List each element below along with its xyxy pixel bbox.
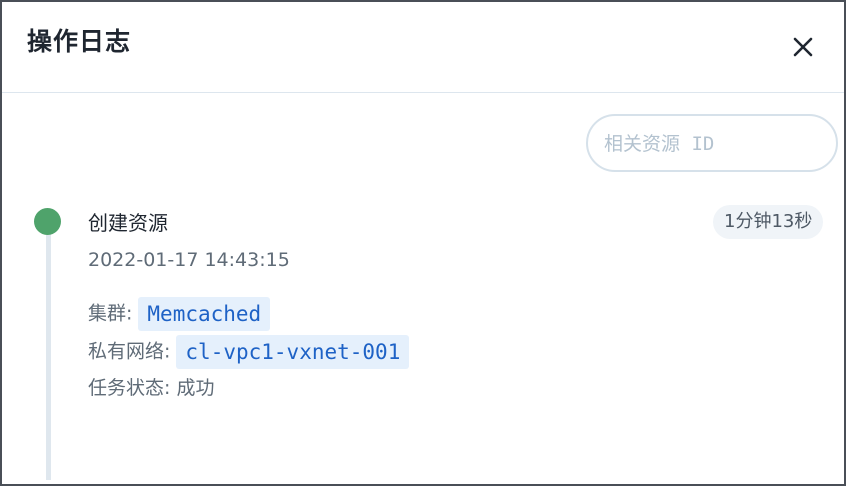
event-title: 创建资源: [88, 211, 168, 235]
cluster-row: 集群: Memcached: [88, 297, 271, 331]
timeline-line: [46, 234, 51, 480]
status-label: 任务状态:: [88, 377, 171, 399]
operation-log-dialog: 操作日志 创建资源 2022-01-17 14:43:15 1分钟13秒 集群:…: [0, 0, 846, 486]
status-value: 成功: [176, 377, 215, 399]
dialog-title: 操作日志: [27, 27, 132, 56]
vxnet-link[interactable]: cl-vpc1-vxnet-001: [176, 335, 410, 369]
resource-id-search[interactable]: [586, 114, 838, 172]
vxnet-label: 私有网络:: [88, 340, 171, 363]
status-row: 任务状态: 成功: [88, 373, 214, 403]
cluster-label: 集群:: [88, 302, 133, 325]
resource-id-input[interactable]: [602, 128, 826, 160]
cluster-link[interactable]: Memcached: [138, 297, 271, 331]
duration-badge: 1分钟13秒: [713, 205, 824, 239]
event-timestamp: 2022-01-17 14:43:15: [88, 249, 290, 271]
vxnet-row: 私有网络: cl-vpc1-vxnet-001: [88, 335, 410, 369]
status-dot: [34, 208, 61, 235]
close-icon: [793, 37, 813, 57]
close-button[interactable]: [788, 32, 818, 62]
dialog-header: 操作日志: [2, 2, 844, 93]
